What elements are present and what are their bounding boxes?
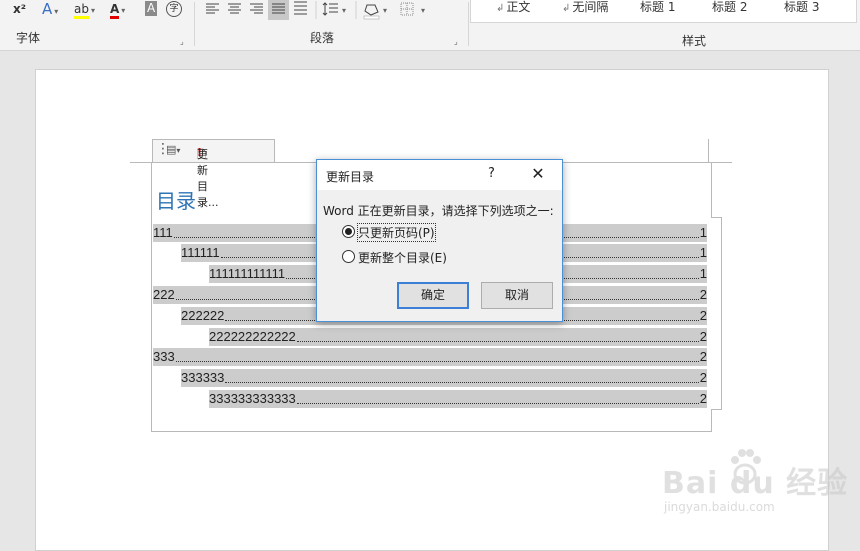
close-icon: ✕ [531,164,545,183]
style-heading-2[interactable]: 标题 2 [712,0,747,16]
paw-icon [731,449,761,485]
toc-content-control-tab[interactable]: ⋮ ▤ ▾ 🗋! 更新目录... [152,139,275,209]
border-icon [400,2,414,16]
dialog-title: 更新目录 [326,170,375,184]
highlight-icon: ab [74,2,89,19]
font-group-label: 字体 [16,31,41,45]
svg-text:▾: ▾ [342,6,346,15]
radio-label: 只更新页码(P) [357,223,436,242]
toc-title: 目录 [156,189,196,213]
close-button[interactable]: ✕ [529,164,547,184]
style-heading-1[interactable]: 标题 1 [640,0,675,16]
style-heading-3[interactable]: 标题 3 [784,0,819,16]
font-dialog-launcher-icon[interactable]: ⌟ [180,37,184,46]
paragraph-mark-icon: ↲ [496,3,505,14]
cancel-button[interactable]: 取消 [481,282,553,309]
chevron-down-icon: ▾ [90,6,95,15]
group-separator [468,2,469,46]
baidu-jingyan-watermark: Bai du 经验 jingyan.baidu.com [660,440,860,537]
paragraph-dialog-launcher-icon[interactable]: ⌟ [454,37,458,46]
ribbon: x² A ▾ ab ▾ A ▾ A 字 字体 ⌟ ▾ ▾ ▾ 段落 ⌟ ↲ 正文… [0,0,860,51]
radio-unselected-icon[interactable] [342,250,355,263]
paragraph-group-label: 段落 [310,31,335,45]
toc-entry[interactable]: 333333333333 2 [209,390,707,408]
radio-selected-icon[interactable] [342,225,355,238]
font-group: x² A ▾ ab ▾ A ▾ A 字 字体 ⌟ [0,0,193,50]
dialog-prompt: Word 正在更新目录，请选择下列选项之一: [323,204,554,218]
content-control-left-line [151,162,152,431]
toc-entry[interactable]: 333333 2 [181,369,707,387]
chevron-down-icon: ▾ [121,6,126,15]
align-left-icon [206,3,219,14]
distributed-icon [294,1,307,15]
radio-label: 更新整个目录(E) [358,251,447,265]
update-toc-dialog: 更新目录 ? ✕ Word 正在更新目录，请选择下列选项之一: 只更新页码(P)… [316,159,563,322]
style-normal[interactable]: ↲ 正文 [496,0,530,16]
highlight-button[interactable]: ab ▾ [74,0,95,19]
line-spacing-icon [322,2,338,16]
dialog-titlebar[interactable]: 更新目录 ? ✕ [317,160,562,190]
char-shading-button[interactable]: A [145,1,158,16]
text-effects-button[interactable]: A ▾ [42,0,58,18]
radio-update-entire-table[interactable]: 更新整个目录(E) [342,249,522,265]
toc-entry[interactable]: 333 2 [153,348,707,366]
style-no-spacing[interactable]: ↲ 无间隔 [562,0,608,16]
radio-update-page-numbers[interactable]: 只更新页码(P) [342,223,522,242]
toc-options-icon[interactable]: ▤ ▾ [166,143,180,156]
watermark-url: jingyan.baidu.com [664,500,775,514]
enclose-char-button[interactable]: 字 [166,1,182,17]
content-control-right-border-lower [711,409,712,431]
chevron-down-icon: ▾ [54,7,59,16]
styles-group-label: 样式 [682,34,707,48]
align-right-icon [250,3,263,14]
text-effects-icon: A [42,0,53,18]
font-color-button[interactable]: A ▾ [110,0,126,19]
paragraph-group: ▾ ▾ ▾ 段落 ⌟ [195,0,467,50]
paragraph-toolbar: ▾ ▾ ▾ [206,0,425,20]
toc-field-bottom [711,409,722,410]
svg-text:▾: ▾ [421,6,425,15]
content-control-bottom-line [151,431,712,432]
shading-icon [364,4,379,16]
align-center-icon [228,3,241,14]
content-control-right-border [711,162,712,217]
svg-text:▾: ▾ [383,6,387,15]
toc-field-right [721,217,722,409]
toc-entry[interactable]: 222222222222 2 [209,328,707,346]
content-control-right-line [708,139,709,162]
font-color-icon: A [110,2,120,19]
paragraph-mark-icon: ↲ [562,3,571,14]
ok-button[interactable]: 确定 [397,282,469,309]
help-button[interactable]: ? [488,166,495,181]
superscript-button[interactable]: x² [13,0,26,18]
